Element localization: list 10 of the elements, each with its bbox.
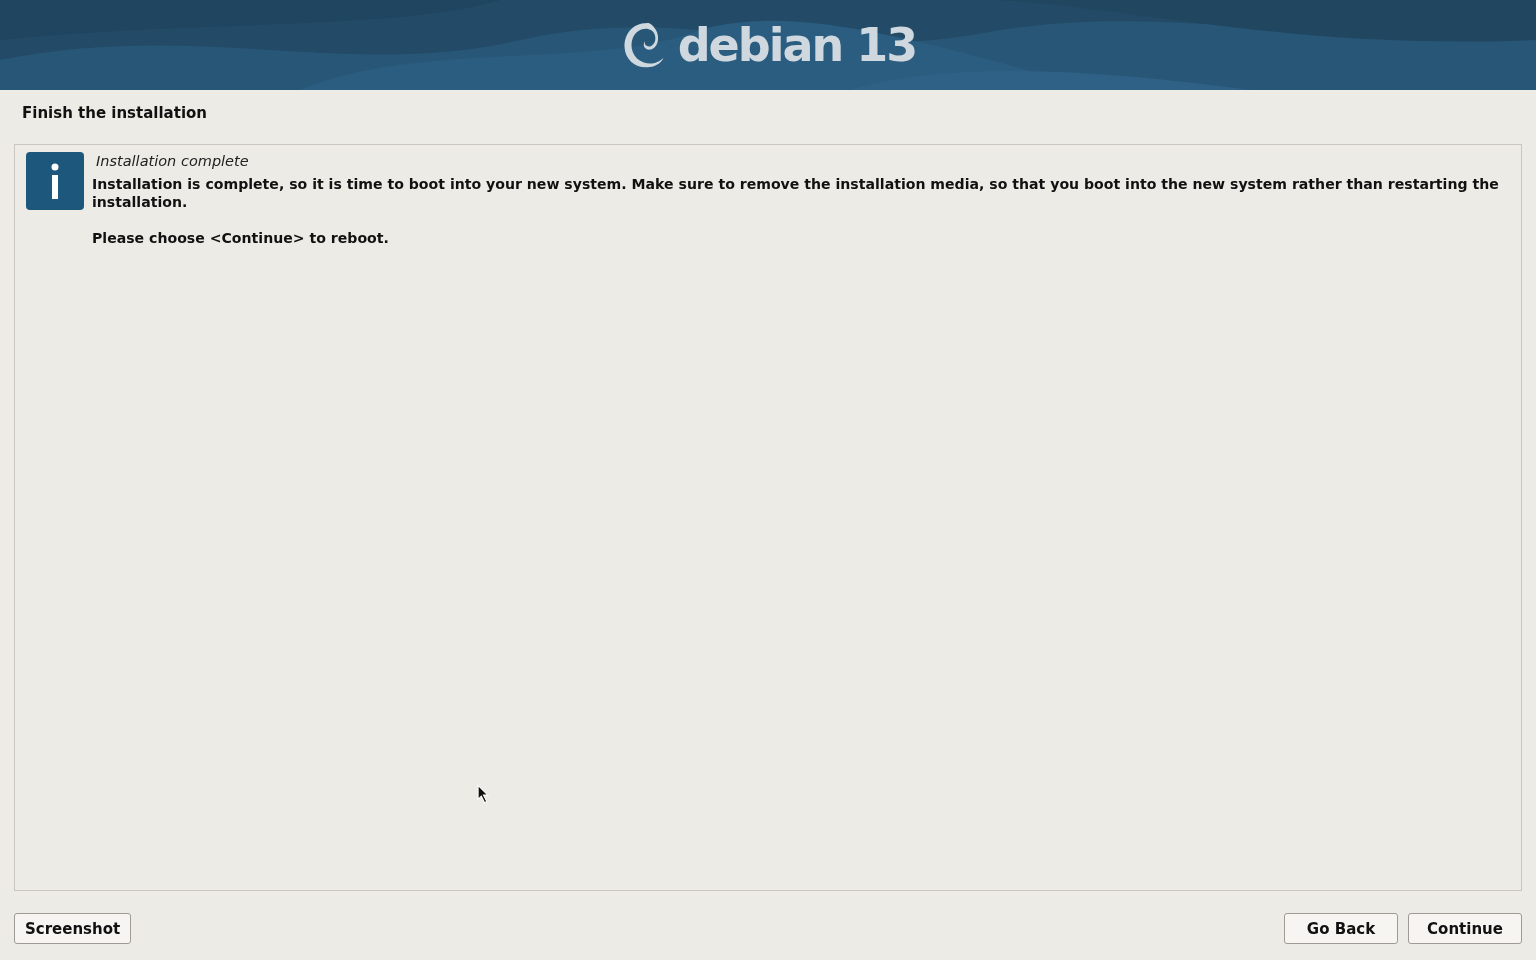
screenshot-button[interactable]: Screenshot [14,913,132,944]
mouse-pointer-icon [477,784,490,804]
logo-text: debian 13 [677,22,917,68]
go-back-button[interactable]: Go Back [1284,913,1398,944]
page-title: Finish the installation [21,103,209,124]
continue-button[interactable]: Continue [1408,913,1522,944]
message-text: Please choose <Continue> to reboot. [92,229,390,247]
message-title: Installation complete [95,153,250,169]
message-text: Installation is complete, so it is time to boot into your new system. Make sure to remove the installation media, so that you boot into the new system rather than restarting the installation. [92,175,1500,211]
info-icon [26,152,84,210]
